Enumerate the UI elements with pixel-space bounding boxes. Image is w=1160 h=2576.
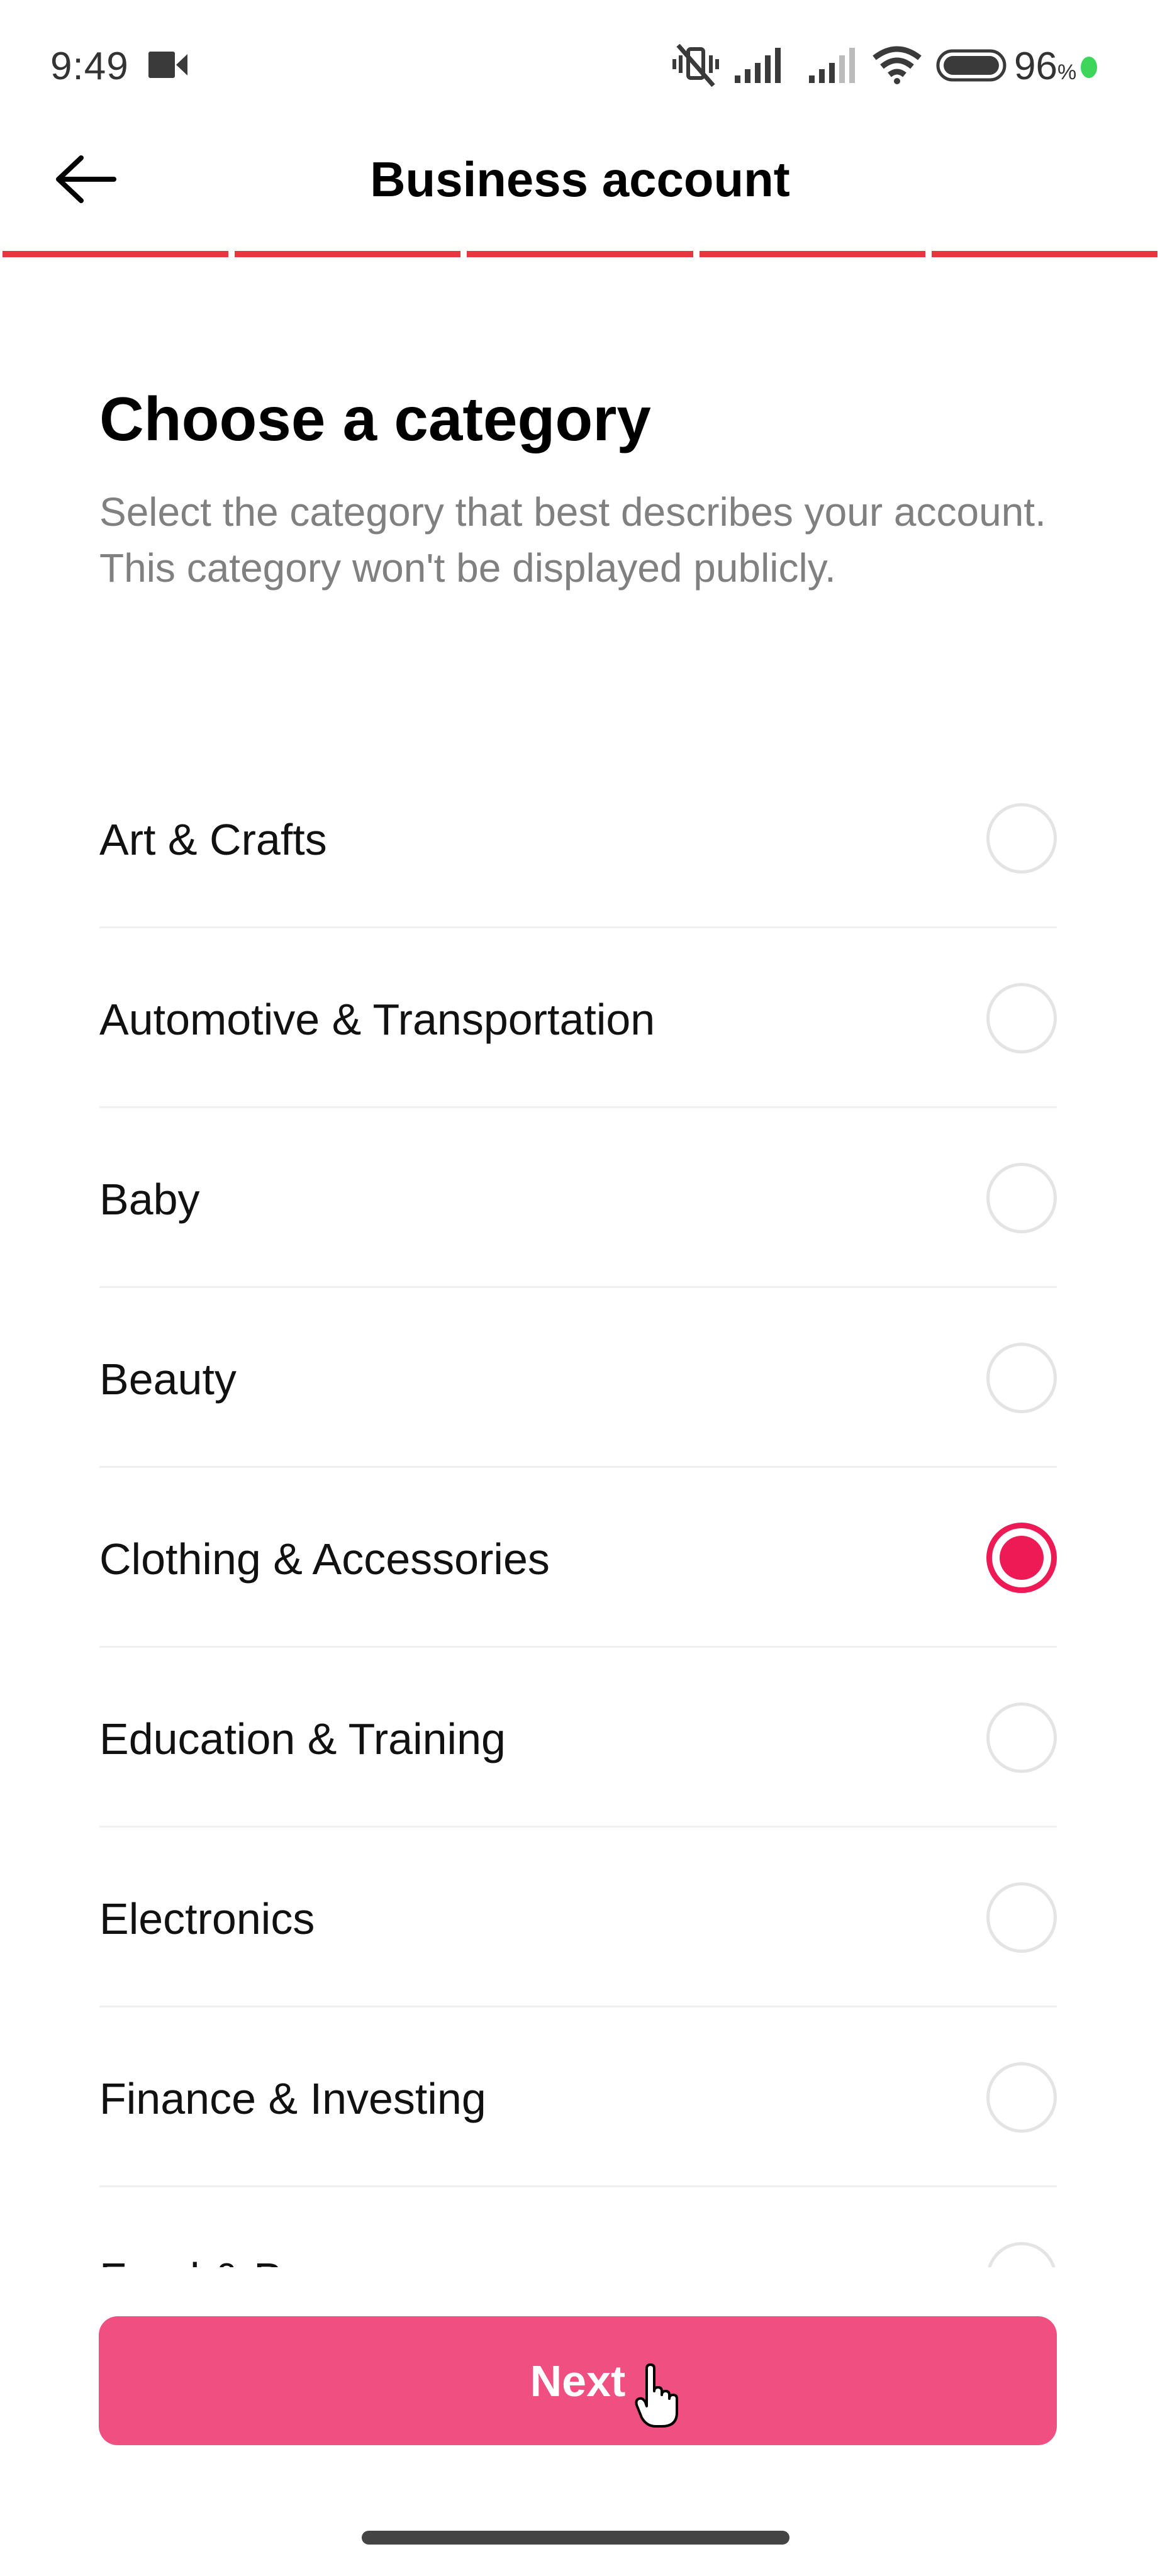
category-label: Food & Beverage bbox=[99, 2253, 442, 2267]
category-row-finance-investing[interactable]: Finance & Investing bbox=[99, 2007, 1057, 2187]
category-label: Clothing & Accessories bbox=[99, 1535, 550, 1584]
category-row-clothing-accessories[interactable]: Clothing & Accessories bbox=[99, 1468, 1057, 1648]
progress-step-2 bbox=[235, 251, 461, 257]
home-indicator[interactable] bbox=[362, 2531, 789, 2545]
radio-button-selected[interactable] bbox=[986, 1523, 1057, 1593]
category-row-food-beverage[interactable]: Food & Beverage bbox=[99, 2187, 1057, 2267]
radio-button[interactable] bbox=[986, 1343, 1057, 1413]
signal-sim2-icon bbox=[809, 48, 855, 83]
progress-step-5 bbox=[931, 251, 1158, 257]
category-row-automotive-transportation[interactable]: Automotive & Transportation bbox=[99, 928, 1057, 1108]
category-row-education-training[interactable]: Education & Training bbox=[99, 1648, 1057, 1828]
status-bar: 9:49 96% bbox=[0, 0, 1160, 126]
progress-step-1 bbox=[3, 251, 229, 257]
category-list[interactable]: Art & Crafts Automotive & Transportation… bbox=[99, 748, 1057, 2267]
radio-button[interactable] bbox=[986, 2062, 1057, 2133]
step-progress-bar bbox=[3, 251, 1158, 257]
section-heading: Choose a category bbox=[99, 384, 651, 453]
progress-step-4 bbox=[699, 251, 925, 257]
category-label: Automotive & Transportation bbox=[99, 995, 655, 1044]
category-label: Education & Training bbox=[99, 1714, 506, 1763]
category-label: Finance & Investing bbox=[99, 2074, 486, 2123]
vibrate-mute-icon bbox=[672, 44, 719, 87]
category-row-art-crafts[interactable]: Art & Crafts bbox=[99, 748, 1057, 928]
progress-step-3 bbox=[467, 251, 693, 257]
hand-pointer-cursor-icon bbox=[635, 2363, 678, 2428]
radio-button[interactable] bbox=[986, 1882, 1057, 1953]
radio-button[interactable] bbox=[986, 1702, 1057, 1773]
battery-icon bbox=[936, 49, 1007, 82]
radio-button[interactable] bbox=[986, 1163, 1057, 1233]
category-row-beauty[interactable]: Beauty bbox=[99, 1288, 1057, 1468]
next-button[interactable]: Next bbox=[99, 2316, 1057, 2445]
category-row-electronics[interactable]: Electronics bbox=[99, 1828, 1057, 2007]
category-label: Baby bbox=[99, 1175, 200, 1224]
video-record-icon bbox=[148, 52, 187, 78]
category-row-baby[interactable]: Baby bbox=[99, 1108, 1057, 1288]
page-title: Business account bbox=[370, 152, 790, 207]
category-label: Electronics bbox=[99, 1894, 315, 1943]
radio-button[interactable] bbox=[986, 2242, 1057, 2267]
radio-button[interactable] bbox=[986, 803, 1057, 874]
radio-button[interactable] bbox=[986, 983, 1057, 1053]
signal-sim1-icon bbox=[735, 48, 781, 83]
status-time: 9:49 bbox=[50, 45, 129, 88]
wifi-icon bbox=[873, 46, 922, 84]
category-label: Beauty bbox=[99, 1355, 237, 1404]
category-label: Art & Crafts bbox=[99, 815, 327, 864]
battery-percent: 96% bbox=[1014, 45, 1077, 88]
next-button-label: Next bbox=[530, 2356, 626, 2406]
section-description: Select the category that best describes … bbox=[99, 489, 1046, 591]
status-indicator-dot bbox=[1081, 57, 1097, 78]
